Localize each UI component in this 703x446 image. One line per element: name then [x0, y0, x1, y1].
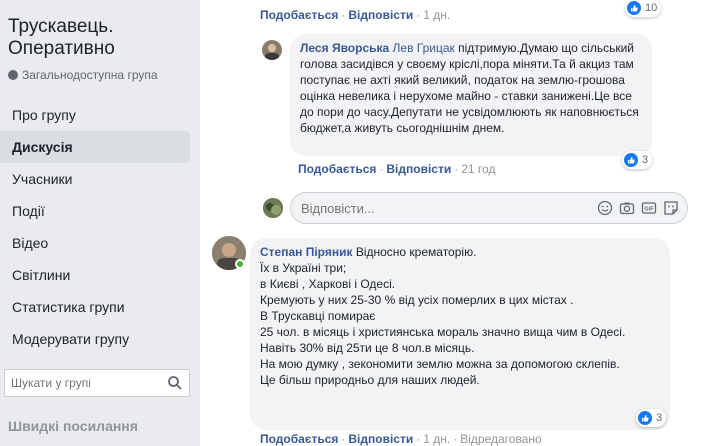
comment-line: Навіть 30% від 25ти це 8 чол.в місяць. — [260, 341, 475, 355]
comment-line: Відносно крематорію. — [355, 245, 477, 259]
reply-link[interactable]: Відповісти — [386, 162, 451, 176]
comment-actions: Подобається · Відповісти · 1 дн. — [260, 8, 451, 22]
reaction-number: 3 — [642, 154, 649, 166]
group-nav: Про групу Дискусія Учасники Події Відео … — [0, 99, 190, 355]
edited-label[interactable]: Відредаговано — [460, 432, 541, 446]
reaction-count[interactable]: 3 — [636, 409, 667, 427]
group-privacy-label: Загальнодоступна група — [22, 68, 158, 82]
search-icon[interactable] — [167, 375, 183, 391]
like-icon — [624, 153, 638, 167]
reaction-count[interactable]: 10 — [625, 0, 662, 17]
nav-item-insights[interactable]: Статистика групи — [0, 291, 190, 323]
reply-link[interactable]: Відповісти — [348, 8, 413, 22]
group-title[interactable]: Трускавець. Оперативно — [8, 16, 193, 60]
group-search-input[interactable] — [5, 370, 155, 396]
reaction-number: 10 — [645, 2, 658, 14]
nav-item-members[interactable]: Учасники — [0, 163, 190, 195]
comment-line: В Трускавці помирає — [260, 309, 376, 323]
like-icon — [638, 411, 652, 425]
nav-item-moderate[interactable]: Модерувати групу — [0, 323, 190, 355]
nav-item-events[interactable]: Події — [0, 195, 190, 227]
quick-links-heading: Швидкі посилання — [8, 418, 138, 434]
like-link[interactable]: Подобається — [298, 162, 376, 176]
online-status-dot — [235, 259, 245, 269]
reply-comment-bubble: Леся Яворська Лев Грицак підтримую.Думаю… — [290, 34, 652, 156]
comment-line: в Києві , Харкові і Одесі. — [260, 277, 396, 291]
reply-link[interactable]: Відповісти — [348, 432, 413, 446]
nav-item-videos[interactable]: Відео — [0, 227, 190, 259]
comment-author[interactable]: Леся Яворська — [300, 41, 389, 55]
reply-input[interactable] — [291, 193, 551, 224]
comments-feed: Подобається · Відповісти · 1 дн. 10 Леся Яво… — [200, 0, 703, 446]
reaction-count[interactable]: 3 — [622, 151, 653, 169]
comment-author[interactable]: Степан Піряник — [260, 245, 352, 259]
comment-bubble: Степан Піряник Відносно крематорію. Їх в… — [250, 238, 670, 430]
comment-text: підтримую.Думаю що сільський голова заси… — [300, 41, 639, 135]
reaction-number: 3 — [656, 412, 663, 424]
globe-icon — [8, 70, 18, 80]
like-link[interactable]: Подобається — [260, 8, 338, 22]
group-search — [4, 369, 190, 397]
comment-time[interactable]: 1 дн. — [423, 432, 450, 446]
reply-composer: GIF — [290, 192, 688, 224]
comment-time[interactable]: 1 дн. — [423, 8, 450, 22]
tagged-user[interactable]: Лев Грицак — [393, 41, 455, 55]
like-icon — [627, 1, 641, 15]
avatar[interactable] — [262, 40, 282, 60]
comment-line: Це більш природньо для наших людей. — [260, 373, 480, 387]
gif-icon[interactable]: GIF — [641, 200, 657, 216]
svg-text:GIF: GIF — [644, 207, 654, 213]
comment-line: 25 чол. в місяць і християнська мораль з… — [260, 325, 626, 339]
comment-line: Їх в Україні три; — [260, 261, 347, 275]
nav-item-photos[interactable]: Світлини — [0, 259, 190, 291]
comment-line: На мою думку , зекономити землю можна за… — [260, 357, 620, 371]
comment-time[interactable]: 21 год — [461, 162, 495, 176]
sticker-icon[interactable] — [663, 200, 679, 216]
like-link[interactable]: Подобається — [260, 432, 338, 446]
group-sidebar: Трускавець. Оперативно Загальнодоступна … — [0, 0, 200, 446]
comment-actions: Подобається · Відповісти · 21 год — [298, 162, 496, 176]
emoji-icon[interactable] — [597, 200, 613, 216]
group-privacy: Загальнодоступна група — [8, 68, 158, 82]
my-avatar[interactable] — [263, 198, 283, 218]
comment-actions: Подобається · Відповісти · 1 дн. · Відредагова… — [260, 432, 542, 446]
nav-item-discussion[interactable]: Дискусія — [0, 131, 190, 163]
comment-line: Кремують у них 25-30 % від усіх померлих… — [260, 293, 574, 307]
camera-icon[interactable] — [619, 200, 635, 216]
nav-item-about[interactable]: Про групу — [0, 99, 190, 131]
